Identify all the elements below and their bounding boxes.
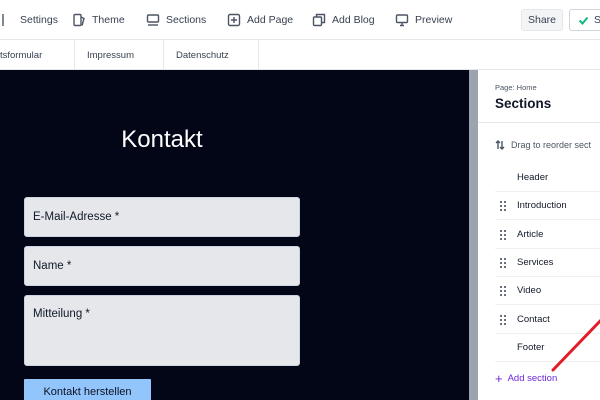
save-label: S	[594, 14, 600, 26]
sections-label: Sections	[166, 14, 207, 26]
page-tabs: tsformular Impressum Datenschutz	[0, 40, 600, 70]
email-label: E-Mail-Adresse *	[33, 211, 120, 223]
panel-page-label: Page: Home	[495, 83, 537, 92]
sections-button[interactable]: Sections	[146, 0, 206, 40]
section-label: Video	[517, 285, 542, 296]
add-page-icon	[227, 13, 241, 27]
message-label: Mitteilung *	[33, 308, 90, 320]
drag-handle-icon[interactable]	[500, 258, 506, 268]
drag-handle-icon[interactable]	[500, 230, 506, 240]
name-field[interactable]: Name *	[24, 246, 300, 286]
panel-divider	[478, 122, 600, 123]
section-item-footer[interactable]: Footer	[495, 334, 600, 362]
message-field[interactable]: Mitteilung *	[24, 295, 300, 366]
sections-panel: Page: Home Sections Drag to reorder sect…	[478, 70, 600, 400]
theme-button[interactable]: Theme	[72, 0, 125, 40]
theme-icon	[73, 13, 85, 27]
add-blog-button[interactable]: Add Blog	[312, 0, 375, 40]
drag-handle-icon[interactable]	[500, 201, 506, 211]
section-item-article[interactable]: Article	[495, 221, 600, 249]
add-section-label: Add section	[507, 373, 558, 384]
sort-arrows-icon	[495, 140, 505, 150]
monitor-icon	[395, 14, 409, 27]
name-label: Name *	[33, 260, 72, 272]
preview-heading: Kontakt	[121, 126, 203, 153]
section-item-contact[interactable]: Contact	[495, 306, 600, 334]
section-label: Header	[517, 172, 549, 183]
section-item-services[interactable]: Services	[495, 249, 600, 277]
drag-hint: Drag to reorder sect	[495, 140, 591, 150]
top-toolbar: Settings Theme Sections Add Page Add Blo…	[0, 0, 600, 40]
preview-button[interactable]: Preview	[395, 0, 452, 40]
settings-label: Settings	[20, 14, 58, 26]
panel-resize-handle[interactable]	[469, 70, 478, 400]
pin-icon	[2, 14, 4, 26]
share-button[interactable]: Share	[521, 9, 563, 31]
theme-label: Theme	[92, 14, 125, 26]
section-label: Article	[517, 229, 544, 240]
tab-impressum[interactable]: Impressum	[75, 40, 164, 70]
section-item-introduction[interactable]: Introduction	[495, 192, 600, 220]
drag-hint-text: Drag to reorder sect	[511, 140, 592, 150]
section-label: Contact	[517, 314, 550, 325]
section-label: Services	[517, 257, 554, 268]
panel-title: Sections	[495, 96, 552, 111]
settings-button[interactable]: Settings	[0, 0, 58, 40]
add-blog-icon	[312, 13, 326, 27]
sections-icon	[146, 14, 160, 26]
plus-icon: +	[495, 370, 503, 386]
contact-submit-button[interactable]: Kontakt herstellen	[24, 379, 151, 400]
section-label: Introduction	[517, 200, 567, 211]
save-button[interactable]: S	[569, 9, 600, 31]
check-icon	[578, 16, 589, 25]
section-item-header[interactable]: Header	[495, 164, 600, 192]
add-section-button[interactable]: + Add section	[495, 370, 558, 386]
add-page-label: Add Page	[247, 14, 294, 26]
section-item-video[interactable]: Video	[495, 277, 600, 305]
page-preview: Kontakt E-Mail-Adresse * Name * Mitteilu…	[0, 70, 469, 400]
email-field[interactable]: E-Mail-Adresse *	[24, 197, 300, 237]
section-label: Footer	[517, 342, 545, 353]
tab-kontaktformular[interactable]: tsformular	[0, 40, 75, 70]
drag-handle-icon[interactable]	[500, 286, 506, 296]
drag-handle-icon[interactable]	[500, 315, 506, 325]
preview-label: Preview	[415, 14, 453, 26]
add-blog-label: Add Blog	[332, 14, 375, 26]
tab-datenschutz[interactable]: Datenschutz	[164, 40, 259, 70]
add-page-button[interactable]: Add Page	[227, 0, 293, 40]
